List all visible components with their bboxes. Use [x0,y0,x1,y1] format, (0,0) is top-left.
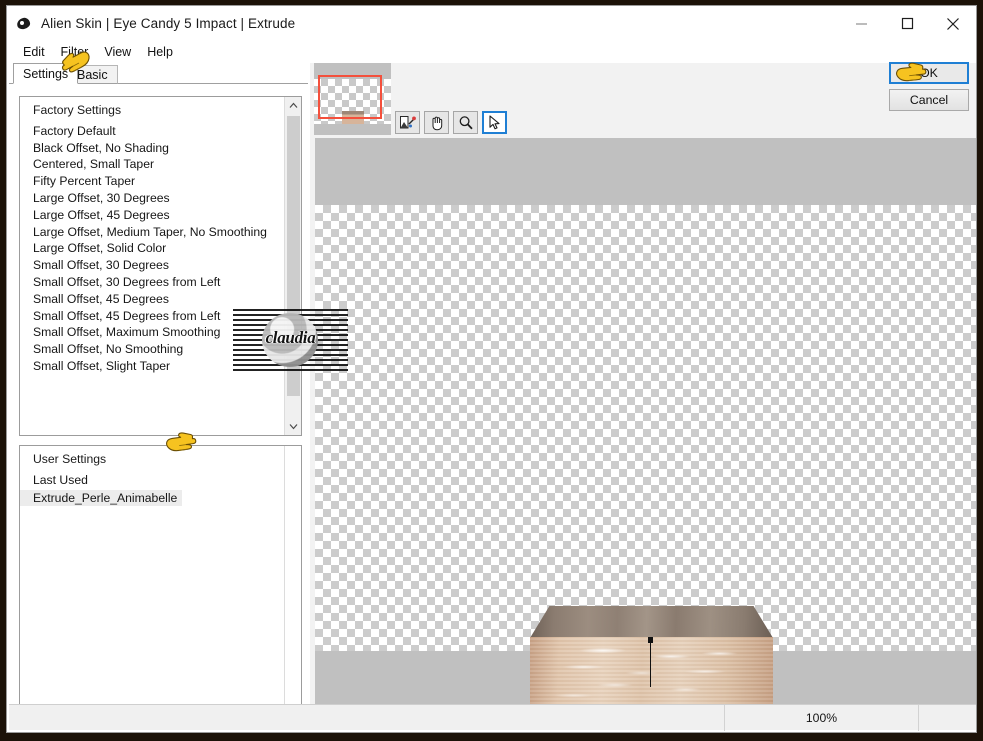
dialog-buttons: OK Cancel [889,62,969,111]
list-item[interactable]: Small Offset, 30 Degrees [20,257,301,274]
navigator-thumbnail[interactable] [314,63,391,135]
close-icon[interactable] [930,6,976,41]
list-item[interactable]: Last Used [20,472,301,489]
user-settings-header: User Settings [33,452,107,466]
factory-settings-list[interactable]: Factory Settings Factory Default Black O… [19,96,302,436]
transparency-checkerboard [315,205,976,651]
list-item[interactable]: Factory Default [20,123,301,140]
preview-canvas[interactable] [315,138,976,711]
list-item[interactable]: Small Offset, 30 Degrees from Left [20,274,301,291]
list-item-selected[interactable]: Extrude_Perle_Animabelle [20,489,183,507]
screen-root: Alien Skin | Eye Candy 5 Impact | Extrud… [0,0,983,741]
menu-item-help[interactable]: Help [139,45,181,59]
application-window: Alien Skin | Eye Candy 5 Impact | Extrud… [6,5,977,733]
extruded-object-preview [530,606,773,711]
title-bar: Alien Skin | Eye Candy 5 Impact | Extrud… [7,6,976,41]
user-settings-list[interactable]: User Settings Last Used Extrude_Perle_An… [19,445,302,727]
menu-item-filter[interactable]: Filter [53,45,97,59]
user-list-scrollbar[interactable] [284,446,301,726]
preview-toolbar [395,111,507,134]
list-item[interactable]: Large Offset, 45 Degrees [20,207,301,224]
menu-item-view[interactable]: View [96,45,139,59]
window-title: Alien Skin | Eye Candy 5 Impact | Extrud… [41,16,296,31]
list-item[interactable]: Fifty Percent Taper [20,173,301,190]
extrude-top-face [530,606,773,638]
user-settings-list-items: User Settings Last Used Extrude_Perle_An… [20,446,301,726]
list-item[interactable]: Centered, Small Taper [20,156,301,173]
maximize-icon[interactable] [884,6,930,41]
status-bar: 100% [9,704,976,731]
list-item[interactable]: Black Offset, No Shading [20,140,301,157]
factory-list-scrollbar[interactable] [284,97,301,435]
magnifier-zoom-icon[interactable] [453,111,478,134]
factory-settings-list-items: Factory Settings Factory Default Black O… [20,97,301,435]
menu-item-edit[interactable]: Edit [15,45,53,59]
factory-settings-header: Factory Settings [33,103,122,117]
eyedropper-image-icon[interactable] [395,111,420,134]
navigator-viewport-rect[interactable] [318,75,382,119]
arrow-select-icon[interactable] [482,111,507,134]
extrude-front-face [530,637,773,711]
alien-skin-logo-icon [15,16,32,32]
window-controls [838,6,976,41]
ok-button[interactable]: OK [889,62,969,84]
menu-bar: Edit Filter View Help [7,41,976,62]
status-extra [919,705,976,731]
settings-panel: Settings Basic Factory Settings Factory … [9,63,308,727]
minimize-icon[interactable] [838,6,884,41]
hand-pan-icon[interactable] [424,111,449,134]
preview-panel: Preview Background: None [310,63,976,712]
watermark-text: claudia [265,328,316,347]
chevron-down-icon[interactable] [285,418,301,435]
list-item[interactable]: Large Offset, Solid Color [20,240,301,257]
list-item[interactable]: Large Offset, 30 Degrees [20,190,301,207]
list-item[interactable]: Small Offset, 45 Degrees [20,291,301,308]
claudia-watermark: claudia [233,309,348,371]
list-item[interactable]: Large Offset, Medium Taper, No Smoothing [20,224,301,241]
tab-settings[interactable]: Settings [13,63,79,84]
chevron-up-icon[interactable] [285,97,301,114]
text-caret-marker [648,637,653,687]
zoom-level: 100% [725,704,919,731]
status-message [9,704,725,731]
cancel-button[interactable]: Cancel [889,89,969,111]
tab-strip: Settings Basic [9,63,308,84]
